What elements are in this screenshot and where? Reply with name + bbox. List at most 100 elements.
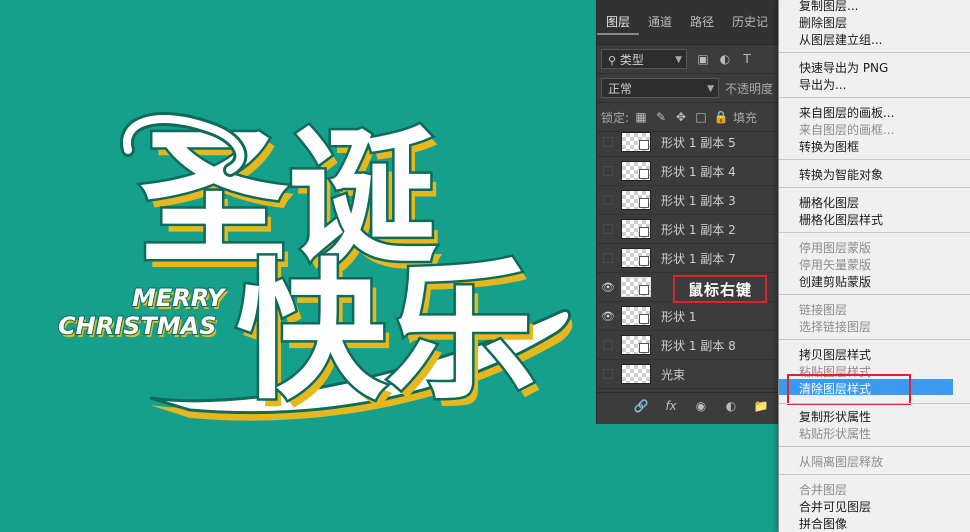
christmas-text: CHRISTMAS [58,312,217,340]
menu-item-merge-layers: 合并图层 [799,483,848,497]
tab-channels[interactable]: 通道 [639,9,681,35]
layer-name: 形状 1 副本 8 [661,338,736,353]
menu-separator [779,403,970,404]
menu-item-delete-layer[interactable]: 删除图层 [799,14,847,31]
lock-move-icon[interactable]: ✥ [673,110,689,124]
pixel-filter-icon[interactable]: ▣ [695,52,711,66]
eye-icon[interactable]: 👁 [597,281,619,294]
layer-thumbnail [621,306,651,326]
visibility-toggle[interactable] [603,195,613,205]
menu-item-quick-export-png[interactable]: 快速导出为 PNG [799,59,888,76]
layer-row[interactable]: 形状 1 副本 7 [597,244,779,273]
menu-item-export-as[interactable]: 导出为... [799,76,846,93]
menu-item-copy-shape-attributes[interactable]: 复制形状属性 [799,408,871,425]
folder-icon[interactable]: 📁 [753,399,769,413]
layer-name: 形状 1 副本 3 [661,193,736,208]
adjustment-icon[interactable]: ◐ [723,399,739,413]
christmas-artwork: 圣诞 快乐 圣诞 快乐 MERRY CHRISTMAS MERRY CHRIST… [57,111,573,428]
menu-item-create-clipping-mask[interactable]: 创建剪贴蒙版 [799,273,871,290]
visibility-toggle[interactable] [603,224,613,234]
menu-separator [779,187,970,188]
shape-icon [639,314,649,324]
link-icon[interactable]: 🔗 [633,399,649,413]
shape-icon [639,256,649,266]
menu-item-release-from-isolation: 从隔离图层释放 [799,455,884,469]
layer-thumbnail [621,161,651,181]
menu-item-convert-to-smart-object[interactable]: 转换为智能对象 [799,166,883,183]
visibility-toggle[interactable] [603,369,613,379]
menu-item-disable-vector-mask: 停用矢量蒙版 [799,258,872,272]
filter-row: ⚲ 类型 ▼ ▣ ◐ T [597,45,779,74]
menu-item-paste-shape-attributes: 粘贴形状属性 [799,427,872,441]
blend-row: 正常 ▼ 不透明度 [597,74,779,103]
menu-item-duplicate-layer[interactable]: 复制图层... [799,0,858,14]
menu-item-rasterize-layer-style[interactable]: 栅格化图层样式 [799,211,883,228]
lock-all-icon[interactable]: 🔒 [713,110,729,124]
layer-context-menu: 复制图层... 删除图层 从图层建立组... 快速导出为 PNG 导出为... … [778,0,970,532]
layer-row[interactable]: 形状 1 副本 3 [597,186,779,215]
layer-row-selected[interactable]: 👁 鼠标右键 [597,273,779,303]
visibility-toggle[interactable] [603,340,613,350]
menu-item-copy-layer-style[interactable]: 拷贝图层样式 [799,346,871,363]
opacity-label: 不透明度 [725,81,774,96]
layer-thumbnail [621,248,651,268]
type-filter-icon[interactable]: T [739,52,755,66]
menu-item-rasterize-layer[interactable]: 栅格化图层 [799,194,859,211]
title-bottom: 快乐 [236,246,536,420]
lock-brush-icon[interactable]: ✎ [653,110,669,124]
layer-row[interactable]: 形状 1 副本 4 [597,157,779,186]
menu-separator [779,159,970,160]
lock-transparent-icon[interactable]: ▦ [633,110,649,124]
search-icon: ⚲ [608,54,617,67]
visibility-toggle[interactable] [603,253,613,263]
lock-artboard-icon[interactable]: □ [693,110,709,124]
layer-row[interactable]: 形状 1 副本 8 [597,331,779,360]
tab-history[interactable]: 历史记 [723,9,777,35]
layer-name: 光束 [661,367,686,382]
shape-icon [639,285,649,295]
layer-name: 形状 1 副本 7 [661,251,736,266]
eye-icon[interactable]: 👁 [597,310,619,323]
merry-text: MERRY [132,284,227,312]
annotation-text: 鼠标右键 [687,280,752,299]
layer-row[interactable]: 形状 1 副本 5 [597,128,779,157]
layer-thumbnail [621,335,651,355]
lock-label: 锁定: [601,110,630,125]
mask-icon[interactable]: ◉ [693,399,709,413]
visibility-toggle[interactable] [603,137,613,147]
menu-separator [779,339,970,340]
menu-item-artboard-from-layers[interactable]: 来自图层的画板... [799,104,894,121]
menu-item-frame-from-layers: 来自图层的画框... [799,123,895,137]
layer-name: 形状 1 副本 4 [661,164,736,179]
menu-item-flatten-image[interactable]: 拼合图像 [799,515,847,532]
layer-list: 形状 1 副本 5 形状 1 副本 4 形状 1 副本 3 形状 1 副本 2 … [597,128,779,389]
layer-row[interactable]: 形状 1 副本 2 [597,215,779,244]
shape-icon [639,140,649,150]
filter-kind-label: 类型 [619,53,644,67]
layer-row[interactable]: 光束 [597,360,779,389]
shape-icon [639,227,649,237]
menu-separator [779,446,970,447]
panel-tabs: 图层 通道 路径 历史记 [597,0,779,45]
document-canvas[interactable]: 圣诞 快乐 圣诞 快乐 MERRY CHRISTMAS MERRY CHRIST… [0,0,600,532]
adjustment-filter-icon[interactable]: ◐ [717,52,733,66]
menu-item-merge-visible[interactable]: 合并可见图层 [799,498,871,515]
fx-icon[interactable]: fx [663,399,679,413]
right-click-annotation: 鼠标右键 [673,275,767,303]
layer-name: 形状 1 副本 2 [661,222,736,237]
layer-name: 形状 1 [661,309,697,324]
layer-row[interactable]: 👁 形状 1 [597,302,779,331]
visibility-toggle[interactable] [603,166,613,176]
menu-item-group-from-layers[interactable]: 从图层建立组... [799,31,882,48]
layer-name: 形状 1 副本 5 [661,135,736,150]
menu-separator [779,52,970,53]
tab-paths[interactable]: 路径 [681,9,723,35]
blend-mode-value: 正常 [608,82,633,96]
layer-thumbnail [621,219,651,239]
filter-kind-select[interactable]: ⚲ 类型 ▼ [601,49,687,69]
tab-layers[interactable]: 图层 [597,9,640,35]
chevron-down-icon: ▼ [675,55,682,65]
menu-item-convert-to-frame[interactable]: 转换为图框 [799,138,859,155]
blend-mode-select[interactable]: 正常 ▼ [601,78,719,98]
annotation-frame [787,374,911,405]
